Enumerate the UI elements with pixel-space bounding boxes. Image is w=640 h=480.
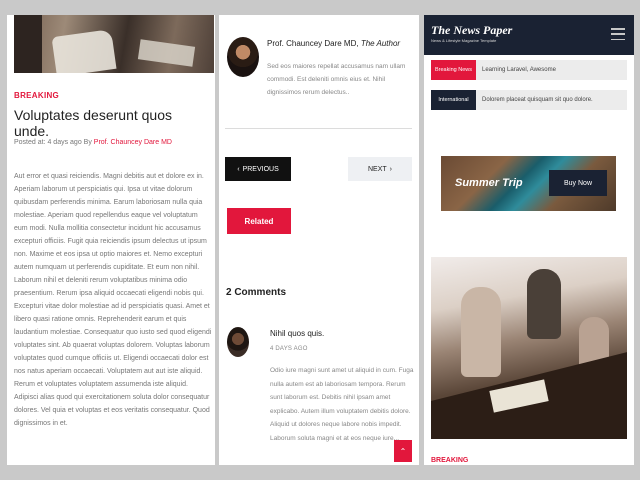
article-meta-prefix: Posted at: 4 days ago By [14, 139, 94, 146]
featured-photo[interactable] [431, 257, 627, 439]
author-role: The Author [360, 39, 401, 48]
author-name-text: Prof. Chauncey Dare MD, [267, 39, 361, 48]
previous-button[interactable]: ‹ PREVIOUS [225, 157, 291, 181]
comment-author: Nihil quos quis. [270, 329, 325, 338]
next-label: NEXT [367, 165, 387, 173]
featured-category[interactable]: BREAKING [431, 457, 468, 464]
article-category[interactable]: BREAKING [14, 91, 59, 100]
next-button[interactable]: NEXT › [348, 157, 412, 181]
hamburger-icon[interactable] [611, 28, 625, 40]
site-logo[interactable]: The News Paper [431, 23, 512, 38]
ticker-tag: Breaking News [431, 60, 476, 80]
author-description: Sed eos maiores repellat accusamus nam u… [267, 63, 406, 96]
author-avatar [227, 37, 259, 77]
commenter-avatar [227, 327, 249, 357]
site-tagline: News & Lifestyle Magazine Template [431, 38, 497, 43]
chevron-right-icon: › [389, 165, 392, 173]
scroll-to-top-button[interactable]: ⌃ [394, 440, 412, 462]
author-name: Prof. Chauncey Dare MD, The Author [267, 39, 400, 48]
chevron-up-icon: ⌃ [399, 446, 407, 456]
article-title: Voluptates deserunt quos unde. [14, 107, 173, 139]
article-panel: BREAKING Voluptates deserunt quos unde. … [7, 15, 215, 465]
comment-date: 4 DAYS AGO [270, 346, 308, 352]
ticker-text[interactable]: Dolorem placeat quisquam sit quo dolore. [476, 97, 593, 103]
previous-label: PREVIOUS [242, 165, 279, 173]
comment-body: Odio iure magni sunt amet ut aliquid in … [270, 367, 414, 442]
home-panel: The News Paper News & Lifestyle Magazine… [424, 15, 634, 465]
article-author-link[interactable]: Prof. Chauncey Dare MD [94, 139, 172, 146]
site-header: The News Paper News & Lifestyle Magazine… [424, 15, 634, 55]
ticker-row[interactable]: Breaking News Learning Laravel, Awesome [431, 60, 627, 80]
article-body: Aut error et quasi reiciendis. Magni deb… [14, 173, 212, 427]
article-hero-image [14, 15, 214, 73]
author-comments-panel: Prof. Chauncey Dare MD, The Author Sed e… [219, 15, 419, 465]
related-button[interactable]: Related [227, 208, 291, 234]
article-meta: Posted at: 4 days ago By Prof. Chauncey … [14, 139, 172, 146]
comments-title: 2 Comments [226, 287, 287, 298]
buy-now-button[interactable]: Buy Now [549, 170, 607, 196]
chevron-left-icon: ‹ [237, 165, 240, 173]
ticker-tag: International [431, 90, 476, 110]
ad-banner[interactable]: Summer Trip Buy Now [441, 156, 616, 211]
ticker-text[interactable]: Learning Laravel, Awesome [476, 67, 556, 73]
divider [225, 128, 412, 129]
ticker-row[interactable]: International Dolorem placeat quisquam s… [431, 90, 627, 110]
ad-text: Summer Trip [455, 177, 523, 189]
